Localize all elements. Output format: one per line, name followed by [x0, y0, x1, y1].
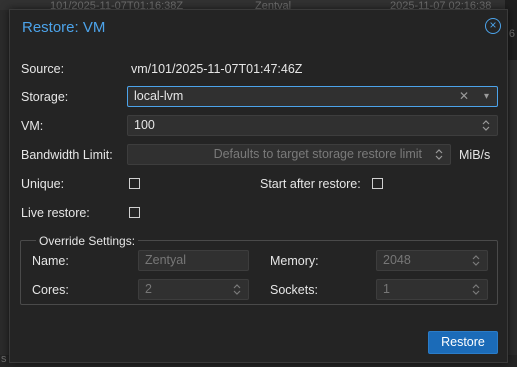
background-side-text: 6 — [508, 28, 515, 40]
memory-value: 2048 — [383, 253, 411, 267]
bandwidth-placeholder: Defaults to target storage restore limit — [213, 147, 422, 161]
unique-checkbox[interactable] — [129, 178, 140, 189]
vm-id-input[interactable]: 100 — [127, 115, 498, 136]
cores-input[interactable]: 2 — [138, 279, 249, 300]
vm-label: VM: — [21, 119, 44, 133]
spinner-icon[interactable] — [232, 283, 242, 296]
background-bottom-text: s — [1, 353, 7, 365]
dialog-title: Restore: VM — [22, 19, 106, 36]
source-label: Source: — [21, 62, 65, 76]
restore-button[interactable]: Restore — [428, 331, 498, 354]
clear-icon[interactable]: ✕ — [459, 87, 469, 106]
live-restore-checkbox[interactable] — [129, 207, 140, 218]
live-restore-label: Live restore: — [21, 206, 90, 220]
storage-value: local-lvm — [134, 89, 184, 103]
name-label: Name: — [32, 254, 69, 268]
spinner-icon[interactable] — [471, 254, 481, 267]
sockets-input[interactable]: 1 — [376, 279, 488, 300]
memory-label: Memory: — [270, 254, 319, 268]
start-after-restore-checkbox[interactable] — [372, 178, 383, 189]
sockets-value: 1 — [383, 282, 390, 296]
sockets-label: Sockets: — [270, 283, 318, 297]
bandwidth-input[interactable]: Defaults to target storage restore limit — [127, 144, 451, 165]
spinner-icon[interactable] — [481, 119, 491, 132]
name-value: Zentyal — [145, 253, 186, 267]
name-input[interactable]: Zentyal — [138, 250, 249, 271]
source-value: vm/101/2025-11-07T01:47:46Z — [131, 62, 303, 76]
spinner-icon[interactable] — [471, 283, 481, 296]
override-settings-legend: Override Settings: — [36, 234, 139, 248]
close-icon[interactable]: × — [485, 18, 501, 34]
storage-select[interactable]: local-lvm ✕ ▾ — [127, 86, 498, 107]
chevron-down-icon[interactable]: ▾ — [484, 87, 489, 106]
unique-label: Unique: — [21, 177, 65, 191]
bandwidth-unit: MiB/s — [459, 148, 491, 162]
start-after-restore-label: Start after restore: — [260, 177, 361, 191]
bandwidth-label: Bandwidth Limit: — [21, 148, 113, 162]
cores-value: 2 — [145, 282, 152, 296]
vm-id-value: 100 — [134, 118, 155, 132]
memory-input[interactable]: 2048 — [376, 250, 488, 271]
cores-label: Cores: — [32, 283, 69, 297]
restore-dialog: Restore: VM × Source: vm/101/2025-11-07T… — [9, 9, 508, 363]
storage-label: Storage: — [21, 90, 69, 104]
spinner-icon[interactable] — [434, 148, 444, 161]
